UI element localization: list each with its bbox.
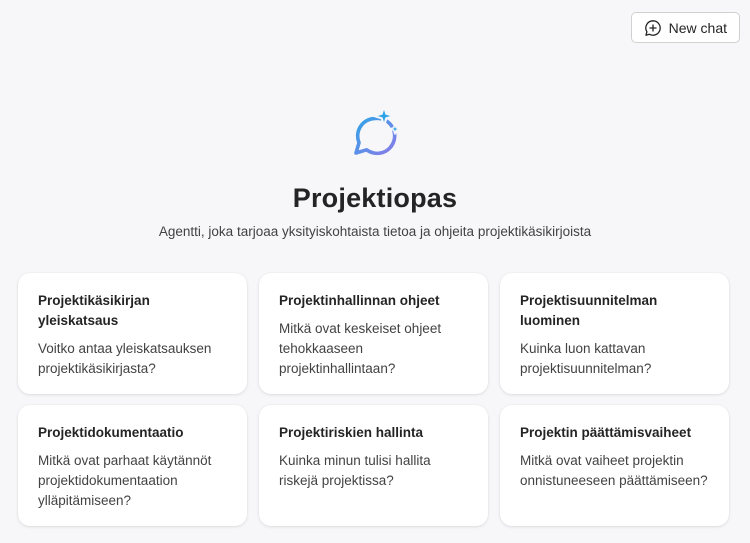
copilot-agent-page: New chat Projektiopas Agentti, joka tarj… [0, 0, 750, 543]
agent-title: Projektiopas [292, 183, 458, 213]
suggestion-prompt: Voitko antaa yleiskatsauksen projektikäs… [38, 341, 212, 376]
suggestion-prompt: Mitkä ovat keskeiset ohjeet tehokkaaseen… [279, 321, 442, 376]
suggestion-title: Projektiriskien hallinta [279, 425, 424, 440]
suggestion-prompt: Mitkä ovat vaiheet projektin onnistunees… [520, 453, 708, 488]
suggestion-prompt: Kuinka luon kattavan projektisuunnitelma… [520, 341, 652, 376]
suggestion-card[interactable]: Projektin päättämisvaiheet Mitkä ovat va… [500, 405, 729, 526]
suggestion-title: Projektisuunnitelman luominen [520, 293, 658, 328]
suggestion-card[interactable]: Projektiriskien hallinta Kuinka minun tu… [259, 405, 488, 526]
suggestion-grid: Projektikäsikirjan yleiskatsaus Voitko a… [18, 273, 729, 526]
suggestion-title: Projektinhallinnan ohjeet [279, 293, 440, 308]
suggestion-title: Projektidokumentaatio [38, 425, 184, 440]
suggestion-title: Projektin päättämisvaiheet [520, 425, 692, 440]
suggestion-card[interactable]: Projektidokumentaatio Mitkä ovat parhaat… [18, 405, 247, 526]
chat-sparkle-icon [345, 104, 405, 164]
new-chat-button[interactable]: New chat [630, 12, 740, 43]
suggestion-title: Projektikäsikirjan yleiskatsaus [38, 293, 150, 328]
suggestion-card[interactable]: Projektikäsikirjan yleiskatsaus Voitko a… [18, 273, 247, 394]
agent-hero: Projektiopas Agentti, joka tarjoaa yksit… [0, 104, 750, 239]
suggestion-prompt: Mitkä ovat parhaat käytännöt projektidok… [38, 453, 212, 508]
suggestion-card[interactable]: Projektinhallinnan ohjeet Mitkä ovat kes… [259, 273, 488, 394]
suggestion-prompt: Kuinka minun tulisi hallita riskejä proj… [279, 453, 431, 488]
chat-add-icon [644, 19, 662, 37]
agent-description: Agentti, joka tarjoaa yksityiskohtaista … [158, 224, 592, 239]
suggestion-card[interactable]: Projektisuunnitelman luominen Kuinka luo… [500, 273, 729, 394]
new-chat-label: New chat [668, 19, 727, 36]
